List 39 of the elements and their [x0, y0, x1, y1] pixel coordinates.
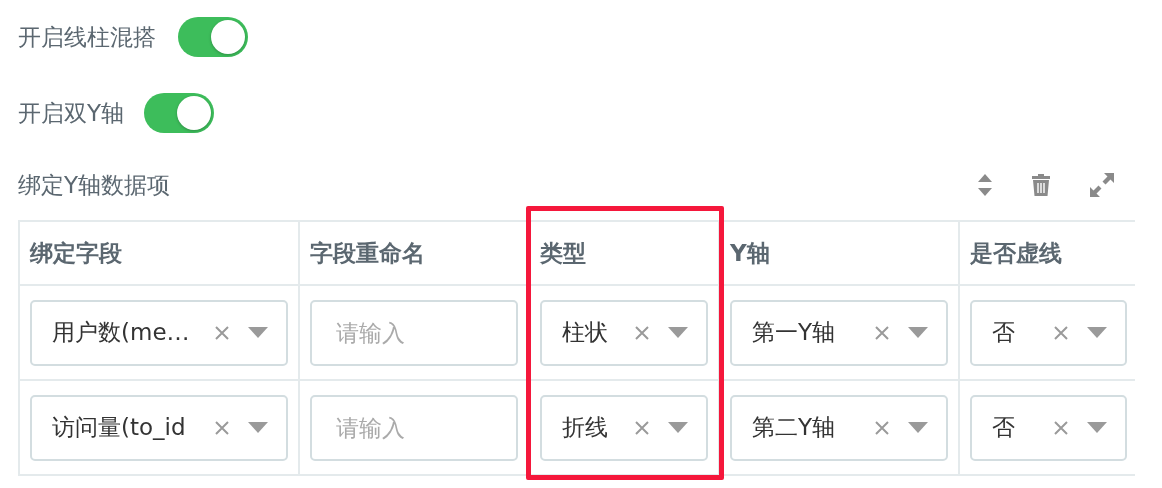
clear-icon[interactable] [1053, 419, 1069, 436]
column-header: 类型 [540, 238, 586, 268]
select-field[interactable]: 访问量(to_id [30, 394, 288, 461]
section-title: 绑定Y轴数据项 [18, 170, 171, 200]
clear-icon[interactable] [214, 419, 230, 436]
caret-icon[interactable] [908, 422, 928, 433]
caret-icon[interactable] [248, 422, 268, 433]
select-field[interactable]: 用户数(me… [30, 299, 288, 366]
input-field[interactable]: 请输入 [310, 299, 518, 366]
caret-icon[interactable] [1087, 422, 1107, 433]
select-field[interactable]: 柱状 [540, 299, 708, 366]
clear-icon[interactable] [214, 324, 230, 341]
select-field[interactable]: 第一Y轴 [730, 299, 948, 366]
caret-icon[interactable] [668, 327, 688, 338]
caret-icon[interactable] [248, 327, 268, 338]
select-field[interactable]: 否 [970, 299, 1127, 366]
input-field[interactable]: 请输入 [310, 394, 518, 461]
toggle-switch[interactable] [144, 93, 215, 133]
column-header: 字段重命名 [310, 238, 425, 268]
column-header: 是否虚线 [970, 238, 1062, 268]
column-header: Y轴 [730, 238, 770, 268]
switch-label: 开启线柱混搭 [18, 22, 156, 52]
caret-icon[interactable] [668, 422, 688, 433]
clear-icon[interactable] [1053, 324, 1069, 341]
column-header: 绑定字段 [30, 238, 122, 268]
clear-icon[interactable] [874, 324, 890, 341]
select-field[interactable]: 第二Y轴 [730, 394, 948, 461]
select-field[interactable]: 折线 [540, 394, 708, 461]
switch-label: 开启双Y轴 [18, 98, 125, 128]
toggle-switch[interactable] [178, 17, 248, 57]
caret-icon[interactable] [1087, 327, 1107, 338]
caret-icon[interactable] [908, 327, 928, 338]
expand-icon[interactable] [1089, 172, 1115, 198]
select-field[interactable]: 否 [970, 394, 1127, 461]
trash-icon[interactable] [1031, 173, 1051, 197]
clear-icon[interactable] [634, 324, 650, 341]
sort-icon[interactable] [977, 173, 993, 197]
clear-icon[interactable] [874, 419, 890, 436]
clear-icon[interactable] [634, 419, 650, 436]
